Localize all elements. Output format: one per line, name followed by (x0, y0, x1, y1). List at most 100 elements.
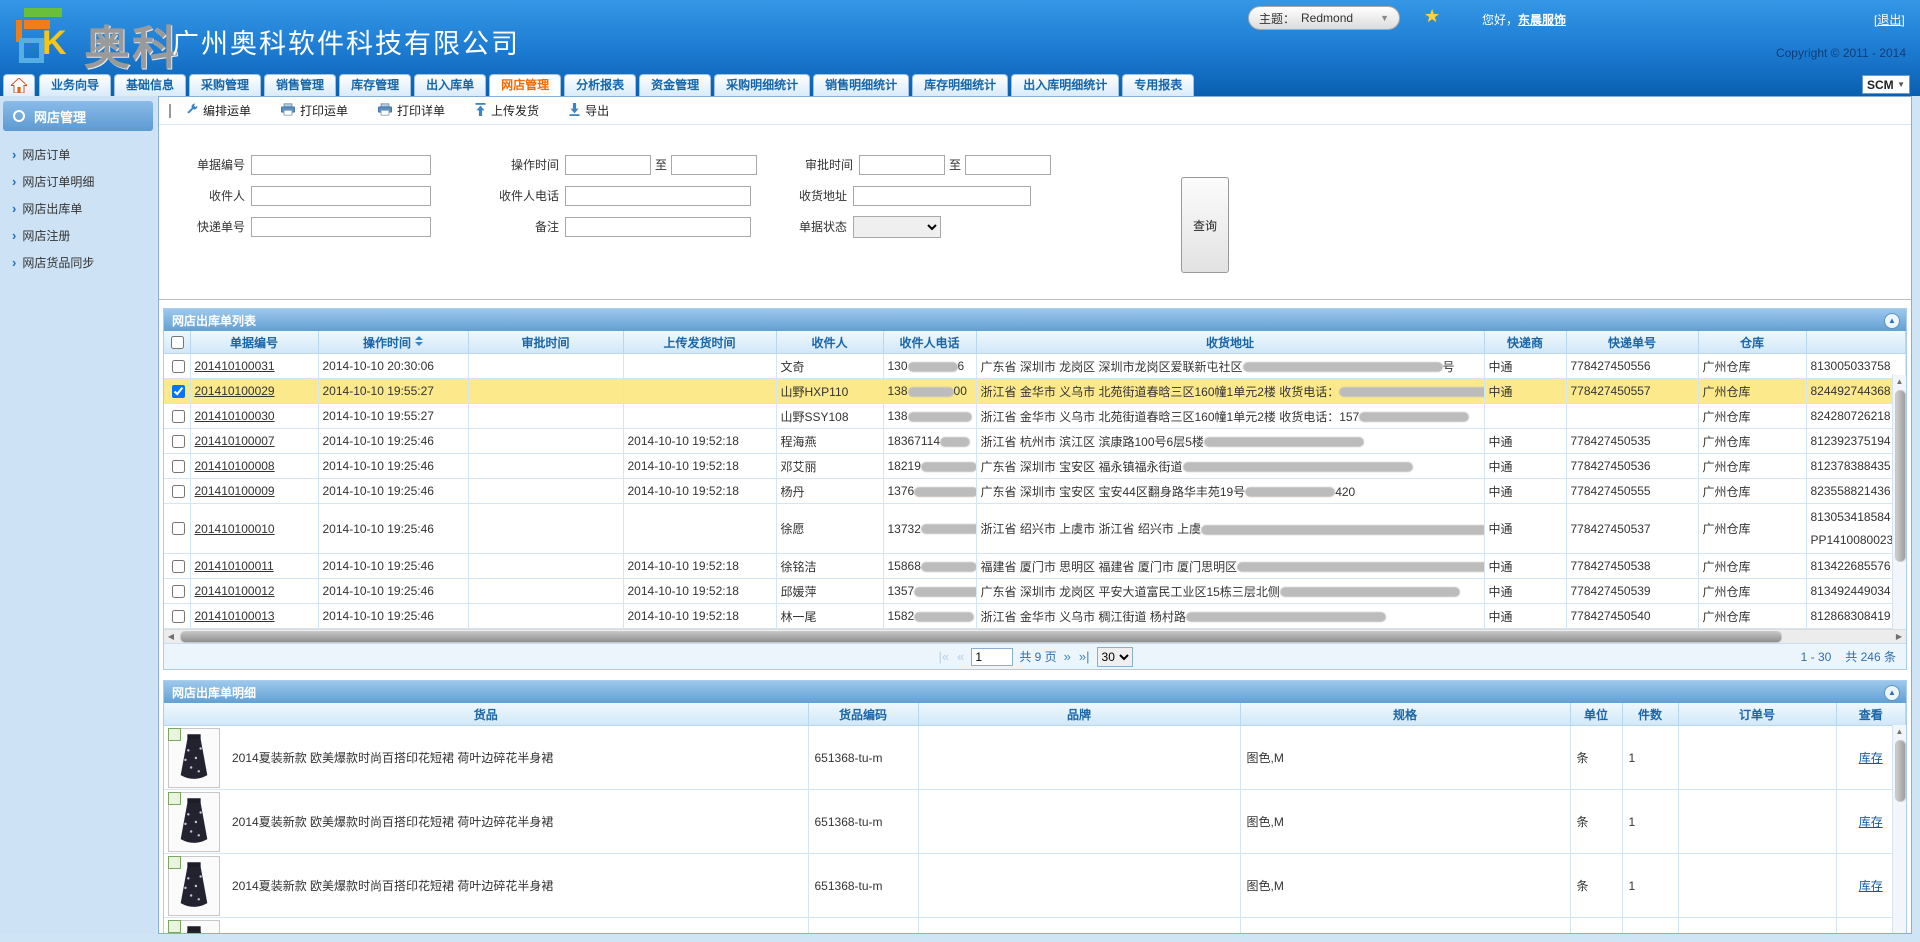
column-header-上传发货时间[interactable]: 上传发货时间 (623, 331, 776, 354)
column-header-快递商[interactable]: 快递商 (1484, 331, 1566, 354)
tab-分析报表[interactable]: 分析报表 (564, 74, 636, 96)
vertical-scrollbar[interactable]: ▲ (1892, 725, 1906, 934)
scrollbar-thumb[interactable] (1895, 740, 1906, 802)
row-checkbox[interactable] (172, 522, 185, 535)
column-header-审批时间[interactable]: 审批时间 (468, 331, 623, 354)
detail-row[interactable]: 2014夏装新款 欧美爆款时尚百搭印花短裙 荷叶边碎花半身裙651368-tu-… (164, 790, 1906, 854)
column-header-收货地址[interactable]: 收货地址 (976, 331, 1484, 354)
table-row[interactable]: 2014101000072014-10-10 19:25:462014-10-1… (164, 429, 1906, 454)
doc-no-link[interactable]: 201410100008 (195, 459, 275, 473)
doc-no-input[interactable] (251, 155, 431, 175)
favorite-star-icon[interactable]: ★ (1424, 6, 1440, 27)
table-row[interactable]: 2014101000292014-10-10 19:55:27山野HXP1101… (164, 379, 1906, 404)
page-input[interactable] (971, 648, 1013, 666)
column-header-订单号[interactable]: 订单号 (1678, 703, 1836, 726)
product-image[interactable] (168, 856, 220, 916)
next-page-icon[interactable]: » (1063, 649, 1072, 664)
column-header-货品[interactable]: 货品 (164, 703, 808, 726)
row-checkbox[interactable] (172, 435, 185, 448)
product-image[interactable] (168, 920, 220, 935)
product-image[interactable] (168, 728, 220, 788)
column-header-收件人[interactable]: 收件人 (776, 331, 883, 354)
logout-link[interactable]: [退出] (1874, 11, 1905, 28)
table-row[interactable]: 2014101000122014-10-10 19:25:462014-10-1… (164, 579, 1906, 604)
column-header-仓库[interactable]: 仓库 (1698, 331, 1806, 354)
sidebar-item-网店货品同步[interactable]: ›网店货品同步 (0, 249, 156, 276)
doc-no-link[interactable]: 201410100007 (195, 434, 275, 448)
stock-link[interactable]: 库存 (1859, 751, 1883, 765)
sidebar-item-网店订单明细[interactable]: ›网店订单明细 (0, 168, 156, 195)
table-row[interactable]: 2014101000102014-10-10 19:25:46徐愿13732浙江… (164, 504, 1906, 554)
tab-采购明细统计[interactable]: 采购明细统计 (714, 74, 810, 96)
waybill-no-input[interactable] (251, 217, 431, 237)
tab-销售明细统计[interactable]: 销售明细统计 (813, 74, 909, 96)
receiver-phone-input[interactable] (565, 186, 751, 206)
row-checkbox[interactable] (172, 585, 185, 598)
scroll-left-icon[interactable]: ◀ (164, 630, 178, 643)
table-row[interactable]: 2014101000132014-10-10 19:25:462014-10-1… (164, 604, 1906, 629)
tab-库存管理[interactable]: 库存管理 (339, 74, 411, 96)
doc-status-select[interactable] (853, 216, 941, 238)
prev-page-icon[interactable]: « (956, 649, 965, 664)
doc-no-link[interactable]: 201410100031 (195, 359, 275, 373)
stock-link[interactable]: 库存 (1859, 879, 1883, 893)
last-page-icon[interactable]: »| (1078, 649, 1091, 664)
home-tab[interactable] (3, 74, 35, 96)
column-header-操作时间[interactable]: 操作时间 (318, 331, 468, 354)
sidebar-item-网店订单[interactable]: ›网店订单 (0, 141, 156, 168)
remark-input[interactable] (565, 217, 751, 237)
table-row[interactable]: 2014101000312014-10-10 20:30:06文奇1306广东省… (164, 354, 1906, 379)
tab-销售管理[interactable]: 销售管理 (264, 74, 336, 96)
tab-网店管理[interactable]: 网店管理 (489, 74, 561, 96)
table-row[interactable]: 2014101000082014-10-10 19:25:462014-10-1… (164, 454, 1906, 479)
op-time-to-input[interactable] (671, 155, 757, 175)
toolbar-button-导出[interactable]: 导出 (569, 102, 609, 119)
product-image[interactable] (168, 792, 220, 852)
column-header-查看[interactable]: 查看 (1836, 703, 1906, 726)
row-checkbox[interactable] (172, 560, 185, 573)
username-link[interactable]: 东晨服饰 (1518, 13, 1566, 27)
scrollbar-thumb[interactable] (1895, 390, 1906, 562)
toolbar-button-打印详单[interactable]: 打印详单 (378, 102, 445, 119)
column-header-件数[interactable]: 件数 (1622, 703, 1678, 726)
column-header-blank[interactable] (1806, 331, 1906, 354)
scm-select[interactable]: SCM▼ (1862, 75, 1910, 94)
op-time-from-input[interactable] (565, 155, 651, 175)
table-row[interactable]: 2014101000092014-10-10 19:25:462014-10-1… (164, 479, 1906, 504)
column-header-快递单号[interactable]: 快递单号 (1566, 331, 1698, 354)
row-checkbox[interactable] (172, 460, 185, 473)
table-row[interactable]: 2014101000302014-10-10 19:55:27山野SSY1081… (164, 404, 1906, 429)
horizontal-scrollbar[interactable]: ◀ ▶ (164, 629, 1906, 643)
row-checkbox[interactable] (172, 360, 185, 373)
tab-业务向导[interactable]: 业务向导 (39, 74, 111, 96)
tab-库存明细统计[interactable]: 库存明细统计 (912, 74, 1008, 96)
first-page-icon[interactable]: |« (937, 649, 950, 664)
column-header-单位[interactable]: 单位 (1570, 703, 1622, 726)
column-header-品牌[interactable]: 品牌 (918, 703, 1240, 726)
column-header-规格[interactable]: 规格 (1240, 703, 1570, 726)
doc-no-link[interactable]: 201410100012 (195, 584, 275, 598)
column-header-货品编码[interactable]: 货品编码 (808, 703, 918, 726)
column-header-收件人电话[interactable]: 收件人电话 (883, 331, 976, 354)
detail-row[interactable]: 2014夏装新款 欧美爆款时尚百搭印花短裙 荷叶边碎花半身裙651368-tu-… (164, 854, 1906, 918)
column-header-单据编号[interactable]: 单据编号 (190, 331, 318, 354)
toolbar-button-编排运单[interactable]: 编排运单 (185, 102, 251, 119)
select-all-checkbox[interactable] (171, 336, 184, 349)
toolbar-button-打印运单[interactable]: 打印运单 (281, 102, 348, 119)
stock-link[interactable]: 库存 (1859, 815, 1883, 829)
detail-row[interactable]: 2014夏装新款 欧美爆款时尚百搭印花短裙 荷叶边碎花半身裙651368-tu-… (164, 726, 1906, 790)
page-size-select[interactable]: 30 (1097, 647, 1133, 667)
vertical-scrollbar[interactable]: ▲ ▼ (1892, 375, 1906, 650)
tab-出入库明细统计[interactable]: 出入库明细统计 (1011, 74, 1119, 96)
approve-time-to-input[interactable] (965, 155, 1051, 175)
tab-出入库单[interactable]: 出入库单 (414, 74, 486, 96)
scroll-up-icon[interactable]: ▲ (1893, 375, 1906, 388)
table-row[interactable]: 2014101000112014-10-10 19:25:462014-10-1… (164, 554, 1906, 579)
address-input[interactable] (853, 186, 1031, 206)
tab-基础信息[interactable]: 基础信息 (114, 74, 186, 96)
approve-time-from-input[interactable] (859, 155, 945, 175)
row-checkbox[interactable] (172, 610, 185, 623)
collapse-icon[interactable]: ▲ (1884, 313, 1900, 329)
receiver-input[interactable] (251, 186, 431, 206)
query-button[interactable]: 查询 (1181, 177, 1229, 273)
